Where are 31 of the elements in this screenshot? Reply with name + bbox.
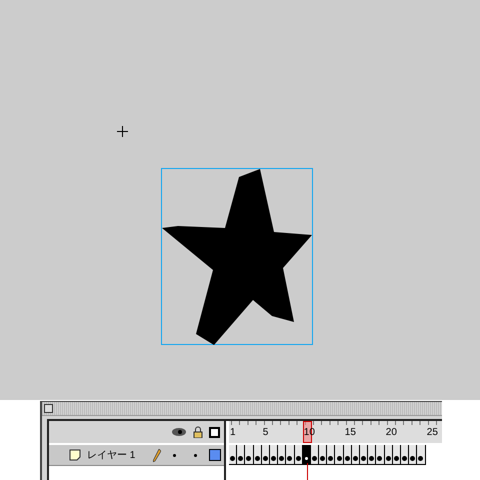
layer-icon (69, 449, 81, 461)
keyframe[interactable] (335, 445, 344, 465)
keyframe[interactable] (376, 445, 385, 465)
lock-icon[interactable] (193, 426, 203, 438)
outline-icon[interactable] (209, 426, 220, 438)
playhead-line (306, 463, 308, 480)
keyframe[interactable] (229, 445, 238, 465)
frame-number: 15 (344, 427, 356, 438)
collapse-icon[interactable] (44, 404, 53, 413)
keyframe[interactable] (409, 445, 418, 465)
keyframe[interactable] (237, 445, 246, 465)
keyframe[interactable] (417, 445, 426, 465)
unlocked-dot[interactable] (194, 454, 197, 456)
eye-icon[interactable] (171, 427, 187, 437)
keyframe[interactable] (327, 445, 336, 465)
frame-number: 20 (386, 427, 397, 438)
keyframe[interactable] (278, 445, 286, 465)
frame-number: 5 (262, 427, 268, 438)
keyframe[interactable] (286, 445, 294, 465)
keyframe[interactable] (245, 445, 254, 465)
frame-number: 25 (426, 427, 438, 438)
visible-dot[interactable] (173, 454, 176, 456)
pencil-icon (153, 448, 161, 462)
layer-name: レイヤー 1 (87, 449, 136, 462)
keyframe[interactable] (368, 445, 376, 465)
layer-row[interactable]: レイヤー 1 (49, 445, 224, 466)
crosshair-cursor-icon (117, 126, 128, 137)
frame-number: 1 (230, 427, 236, 438)
keyframe[interactable] (319, 445, 328, 465)
keyframe[interactable] (360, 445, 368, 465)
layer-color[interactable] (209, 449, 221, 461)
